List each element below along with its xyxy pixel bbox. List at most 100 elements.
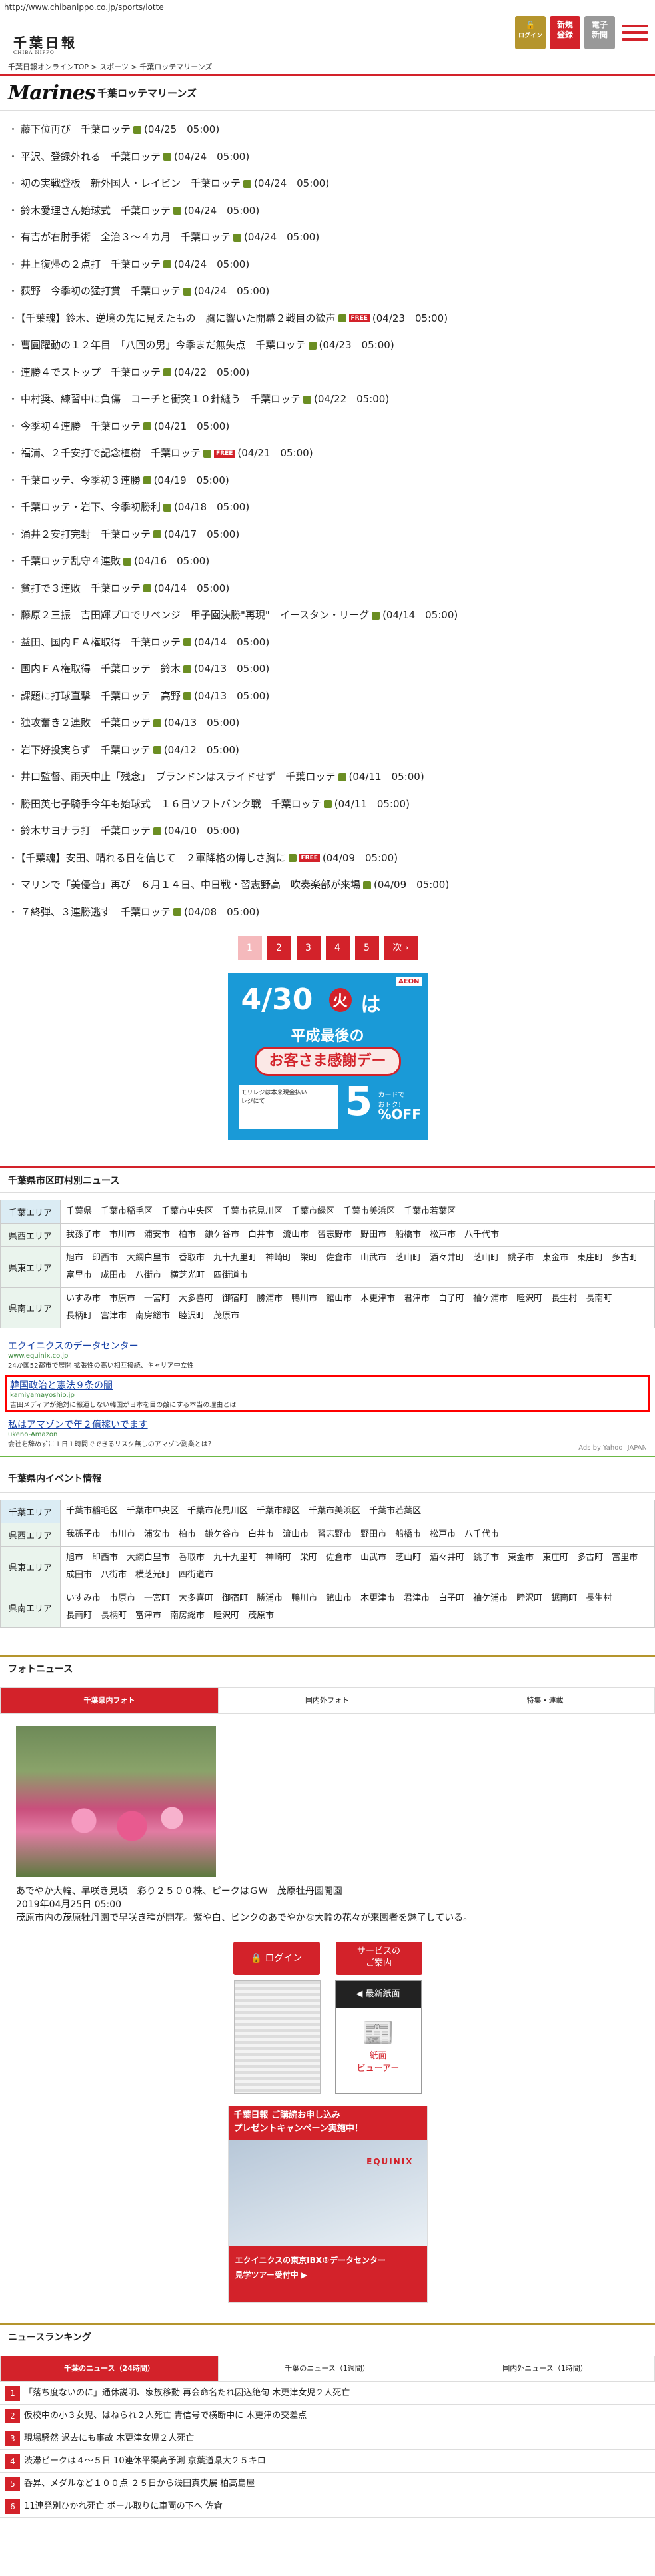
ad-title[interactable]: エクイニクスのデータセンター	[8, 1339, 647, 1352]
news-item[interactable]: ・鈴木愛理さん始球式 千葉ロッテ (04/24 05:00)	[8, 197, 655, 224]
area-link[interactable]: 南房総市	[135, 1308, 170, 1325]
area-link[interactable]: いすみ市	[66, 1290, 101, 1308]
newspaper-thumbnail[interactable]	[233, 1980, 321, 2094]
area-link[interactable]: 袖ケ浦市	[473, 1290, 508, 1308]
area-link[interactable]: 館山市	[326, 1590, 352, 1607]
news-title[interactable]: マリンで「美優音」再び ６月１４日、中日戦・習志野高 吹奏楽部が来場	[21, 879, 360, 891]
rank-title[interactable]: 仮校中の小３女児、はねられ２人死亡 青信号で横断中に 木更津の交差点	[24, 2411, 307, 2421]
photo-peony-image[interactable]	[16, 1726, 216, 1877]
area-link[interactable]: 館山市	[326, 1290, 352, 1308]
area-link[interactable]: 千葉市稲毛区	[101, 1203, 153, 1220]
area-link[interactable]: 白子町	[438, 1290, 464, 1308]
ranking-item[interactable]: 4 渋滞ピークは４～５日 10連休平渠高予測 京葉道県大２５キロ	[0, 2450, 655, 2473]
area-link[interactable]: 鎌ケ谷市	[205, 1526, 239, 1543]
area-link[interactable]: 芝山町	[395, 1549, 421, 1567]
area-link[interactable]: 多古町	[577, 1549, 603, 1567]
area-link[interactable]: 神崎町	[265, 1250, 291, 1267]
news-item[interactable]: ・井上復帰の２点打 千葉ロッテ (04/24 05:00)	[8, 251, 655, 278]
area-link[interactable]: 睦沢町	[516, 1590, 542, 1607]
news-title[interactable]: 藤原２三振 吉田輝プロでリベンジ 甲子園決勝"再現" イースタン・リーグ	[21, 609, 369, 621]
area-link[interactable]: 旭市	[66, 1250, 83, 1267]
area-link[interactable]: 市川市	[109, 1526, 135, 1543]
area-link[interactable]: 香取市	[179, 1549, 205, 1567]
news-item[interactable]: ・千葉ロッテ、今季初３連勝 (04/19 05:00)	[8, 467, 655, 494]
area-link[interactable]: 富里市	[66, 1267, 92, 1284]
area-link[interactable]: 酒々井町	[430, 1250, 464, 1267]
news-title[interactable]: 平沢、登録外れる 千葉ロッテ	[21, 151, 161, 163]
area-link[interactable]: 神崎町	[265, 1549, 291, 1567]
news-item[interactable]: ・福浦、２千安打で記念植樹 千葉ロッテ FREE (04/21 05:00)	[8, 440, 655, 467]
news-title[interactable]: ７終弾、３連勝逃す 千葉ロッテ	[21, 906, 171, 918]
login-button[interactable]: 🔒 ログイン	[515, 16, 546, 49]
page-1-button[interactable]: 1	[237, 936, 262, 960]
sponsored-link[interactable]: 韓国政治と憲法９条の闇 kamiyamayoshio.jp 吉田メディアが絶対に報道…	[5, 1375, 650, 1412]
area-link[interactable]: 野田市	[360, 1526, 386, 1543]
area-link[interactable]: 長柄町	[66, 1308, 92, 1325]
area-link[interactable]: 勝浦市	[257, 1290, 283, 1308]
area-link[interactable]: 多古町	[612, 1250, 638, 1267]
area-link[interactable]: 八街市	[135, 1267, 161, 1284]
news-item[interactable]: ・藤原２三振 吉田輝プロでリベンジ 甲子園決勝"再現" イースタン・リーグ (04…	[8, 602, 655, 629]
ranking-tab[interactable]: 千葉のニュース（1週間）	[219, 2356, 436, 2381]
rank-title[interactable]: 「落ち度ないのに」通休説明、家族移動 再会命名たれ因込絶句 木更津女児２人死亡	[24, 2388, 350, 2398]
news-item[interactable]: ・中村奨、練習中に負傷 コーチと衝突１０針縫う 千葉ロッテ (04/22 05:0…	[8, 386, 655, 413]
area-link[interactable]: 佐倉市	[326, 1250, 352, 1267]
area-link[interactable]: 茂原市	[213, 1308, 239, 1325]
area-link[interactable]: 千葉市美浜区	[343, 1203, 395, 1220]
area-link[interactable]: 芝山町	[395, 1250, 421, 1267]
area-link[interactable]: 東金市	[508, 1549, 534, 1567]
news-title[interactable]: 益田、国内ＦＡ権取得 千葉ロッテ	[21, 636, 181, 648]
news-item[interactable]: ・独攻奮き２連敗 千葉ロッテ (04/13 05:00)	[8, 709, 655, 737]
area-link[interactable]: 君津市	[404, 1590, 430, 1607]
area-link[interactable]: 横芝光町	[170, 1267, 205, 1284]
area-link[interactable]: 御宿町	[222, 1590, 248, 1607]
area-link[interactable]: 長南町	[66, 1607, 92, 1625]
news-item[interactable]: ・課題に打球直撃 千葉ロッテ 高野 (04/13 05:00)	[8, 683, 655, 710]
news-title[interactable]: 涌井２安打完封 千葉ロッテ	[21, 528, 151, 540]
news-item[interactable]: ・今季初４連勝 千葉ロッテ (04/21 05:00)	[8, 413, 655, 440]
area-link[interactable]: 流山市	[283, 1226, 309, 1244]
area-link[interactable]: 茂原市	[248, 1607, 274, 1625]
news-item[interactable]: ・曹圓躍動の１２年目 「八回の男」今季まだ無失点 千葉ロッテ (04/23 05:…	[8, 332, 655, 359]
area-link[interactable]: 千葉市中央区	[161, 1203, 213, 1220]
news-item[interactable]: ・千葉ロッテ・岩下、今季初勝利 (04/18 05:00)	[8, 494, 655, 521]
area-link[interactable]: 柏市	[179, 1226, 196, 1244]
news-item[interactable]: ・荻野 今季初の猛打賞 千葉ロッテ (04/24 05:00)	[8, 278, 655, 305]
area-link[interactable]: 白井市	[248, 1526, 274, 1543]
area-link[interactable]: 市原市	[109, 1590, 135, 1607]
news-item[interactable]: ・【千葉魂】鈴木、逆境の先に見えたもの 胸に響いた開幕２戦目の歓声 FREE (04…	[8, 305, 655, 332]
area-link[interactable]: 松戸市	[430, 1526, 456, 1543]
area-link[interactable]: 千葉市稲毛区	[66, 1503, 118, 1520]
area-link[interactable]: 木更津市	[360, 1590, 395, 1607]
area-link[interactable]: 野田市	[360, 1226, 386, 1244]
news-item[interactable]: ・マリンで「美優音」再び ６月１４日、中日戦・習志野高 吹奏楽部が来場 (04/0…	[8, 871, 655, 899]
area-link[interactable]: 御宿町	[222, 1290, 248, 1308]
area-link[interactable]: 南房総市	[170, 1607, 205, 1625]
area-link[interactable]: 千葉県	[66, 1203, 92, 1220]
area-link[interactable]: 四街道市	[213, 1267, 248, 1284]
area-link[interactable]: 白井市	[248, 1226, 274, 1244]
news-title[interactable]: 連勝４でストップ 千葉ロッテ	[21, 366, 161, 378]
area-link[interactable]: 成田市	[101, 1267, 127, 1284]
ranking-item[interactable]: 6 11連発別ひかれ死亡 ボール取りに車両の下へ 佐倉	[0, 2495, 655, 2518]
area-link[interactable]: 袖ケ浦市	[473, 1590, 508, 1607]
area-link[interactable]: 八千代市	[464, 1226, 499, 1244]
news-title[interactable]: 【千葉魂】鈴木、逆境の先に見えたもの 胸に響いた開幕２戦目の歓声	[21, 312, 336, 324]
area-link[interactable]: 富津市	[135, 1607, 161, 1625]
area-link[interactable]: 富里市	[612, 1549, 638, 1567]
news-item[interactable]: ・千葉ロッテ乱守４連敗 (04/16 05:00)	[8, 548, 655, 575]
rank-title[interactable]: 現場騒然 過去にも事故 木更津女児２人死亡	[24, 2433, 194, 2443]
ad-title[interactable]: 韓国政治と憲法９条の闇	[10, 1378, 645, 1392]
area-link[interactable]: 栄町	[300, 1549, 317, 1567]
area-link[interactable]: 酒々井町	[430, 1549, 464, 1567]
news-title[interactable]: 藤下位再び 千葉ロッテ	[21, 123, 131, 135]
news-title[interactable]: 荻野 今季初の猛打賞 千葉ロッテ	[21, 285, 181, 297]
area-link[interactable]: 芝山町	[473, 1250, 499, 1267]
area-link[interactable]: 富津市	[101, 1308, 127, 1325]
area-link[interactable]: 印西市	[92, 1250, 118, 1267]
area-link[interactable]: 船橋市	[395, 1226, 421, 1244]
paper-viewer-button[interactable]: ◀ 最新紙面 📰 紙面 ビューアー	[334, 1980, 422, 2094]
area-link[interactable]: 鴨川市	[291, 1290, 317, 1308]
news-item[interactable]: ・有吉が右肘手術 全治３～４カ月 千葉ロッテ (04/24 05:00)	[8, 224, 655, 251]
photo-tab[interactable]: 千葉県内フォト	[1, 1688, 219, 1713]
